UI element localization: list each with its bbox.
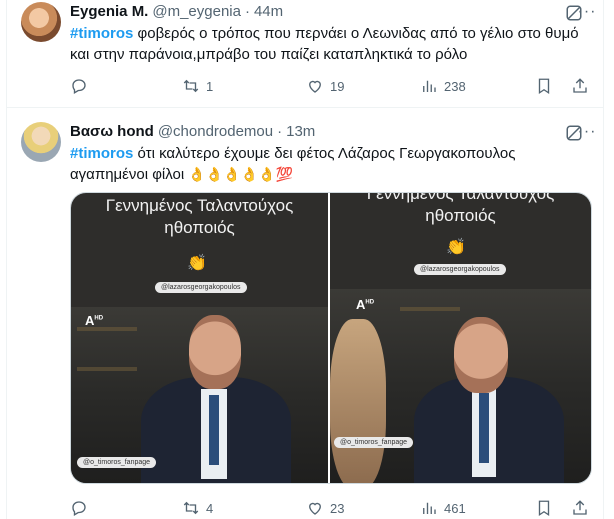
share-icon[interactable] (571, 499, 589, 517)
more-icon[interactable]: ··· (577, 2, 597, 22)
video-frame: AHD @o_timoros_fanpage (330, 289, 591, 483)
like-count: 19 (330, 78, 345, 94)
views-icon (423, 80, 436, 92)
like-icon (309, 80, 321, 93)
reply-icon (72, 501, 86, 516)
emoji-sequence: 👌👌👌👌👌💯 (188, 166, 293, 182)
media-image-left[interactable]: Γεννημένος Ταλαντούχος ηθοποιός 👏 @lazar… (71, 193, 328, 483)
instagram-tag: @lazarosgeorgakopoulos (414, 264, 506, 275)
avatar[interactable] (21, 2, 61, 42)
image-caption-line2: ηθοποιός (164, 218, 235, 237)
views-icon (423, 502, 436, 514)
retweet-count: 4 (206, 500, 214, 516)
image-caption-line1: Γεννημένος Ταλαντούχος (105, 196, 294, 215)
tweet-body: Eygenia M. @m_eygenia · 44m ··· #timoros… (70, 2, 595, 65)
reply-button[interactable] (70, 77, 182, 95)
more-icon[interactable]: ··· (577, 122, 597, 142)
view-count: 461 (444, 500, 466, 516)
fanpage-tag: @o_timoros_fanpage (334, 437, 414, 448)
user-handle[interactable]: @m_eygenia (152, 2, 241, 22)
tweet-text-content: φοβερός ο τρόπος που περνάει ο Λεωνιδας … (70, 25, 579, 63)
avatar[interactable] (21, 122, 61, 162)
views-button[interactable]: 461 (420, 499, 530, 517)
separator-dot: · (277, 123, 283, 140)
reply-button[interactable] (70, 499, 182, 517)
user-handle[interactable]: @chondrodemou (158, 122, 273, 142)
separator-dot: · (244, 3, 250, 20)
clap-emoji: 👏 (187, 255, 207, 272)
tweet-text: #timoros ότι καλύτερο έχουμε δει φέτος Λ… (70, 143, 589, 185)
channel-logo: AHD (356, 297, 375, 312)
reply-icon (72, 79, 86, 94)
timestamp[interactable]: 13m (286, 122, 315, 142)
tweet-header: Βασω hond @chondrodemou · 13m (70, 122, 589, 142)
media-gallery[interactable]: Γεννημένος Ταλαντούχος ηθοποιός 👏 @lazar… (70, 192, 592, 484)
tweet-body: Βασω hond @chondrodemou · 13m ··· #timor… (70, 122, 595, 185)
retweet-icon (183, 79, 199, 93)
image-caption-line2: ηθοποιός (425, 206, 496, 225)
view-count: 238 (444, 78, 466, 94)
action-bar-right (535, 77, 589, 95)
clap-emoji: 👏 (446, 239, 466, 256)
video-frame: AHD @o_timoros_fanpage (71, 307, 328, 483)
instagram-tag: @lazarosgeorgakopoulos (155, 282, 247, 293)
like-icon (309, 502, 321, 515)
retweet-button[interactable]: 4 (182, 499, 306, 517)
hashtag-link[interactable]: #timoros (70, 25, 133, 42)
image-caption-line1: Γεννημένος Ταλαντούχος (366, 193, 555, 203)
fanpage-tag: @o_timoros_fanpage (77, 457, 157, 468)
user-name[interactable]: Eygenia M. (70, 2, 148, 22)
hashtag-link[interactable]: #timoros (70, 145, 133, 162)
tweet[interactable]: Βασω hond @chondrodemou · 13m ··· #timor… (6, 108, 604, 519)
retweet-icon (183, 501, 199, 515)
bookmark-icon[interactable] (535, 499, 553, 517)
tweet-text: #timoros φοβερός ο τρόπος που περνάει ο … (70, 23, 589, 65)
tweet[interactable]: Eygenia M. @m_eygenia · 44m ··· #timoros… (6, 0, 604, 108)
action-bar: 4 23 461 (70, 498, 589, 518)
action-bar-right (535, 499, 589, 517)
user-name[interactable]: Βασω hond (70, 122, 154, 142)
like-count: 23 (330, 500, 345, 516)
action-bar: 1 19 238 (70, 76, 589, 96)
like-button[interactable]: 23 (306, 499, 420, 517)
views-button[interactable]: 238 (420, 77, 530, 95)
bookmark-icon[interactable] (535, 77, 553, 95)
tweet-header: Eygenia M. @m_eygenia · 44m (70, 2, 589, 22)
timestamp[interactable]: 44m (254, 2, 283, 22)
retweet-button[interactable]: 1 (182, 77, 306, 95)
retweet-count: 1 (206, 78, 214, 94)
share-icon[interactable] (571, 77, 589, 95)
media-image-right[interactable]: Γεννημένος Ταλαντούχος ηθοποιός 👏 @lazar… (330, 193, 591, 483)
channel-logo: AHD (85, 313, 104, 328)
like-button[interactable]: 19 (306, 77, 420, 95)
